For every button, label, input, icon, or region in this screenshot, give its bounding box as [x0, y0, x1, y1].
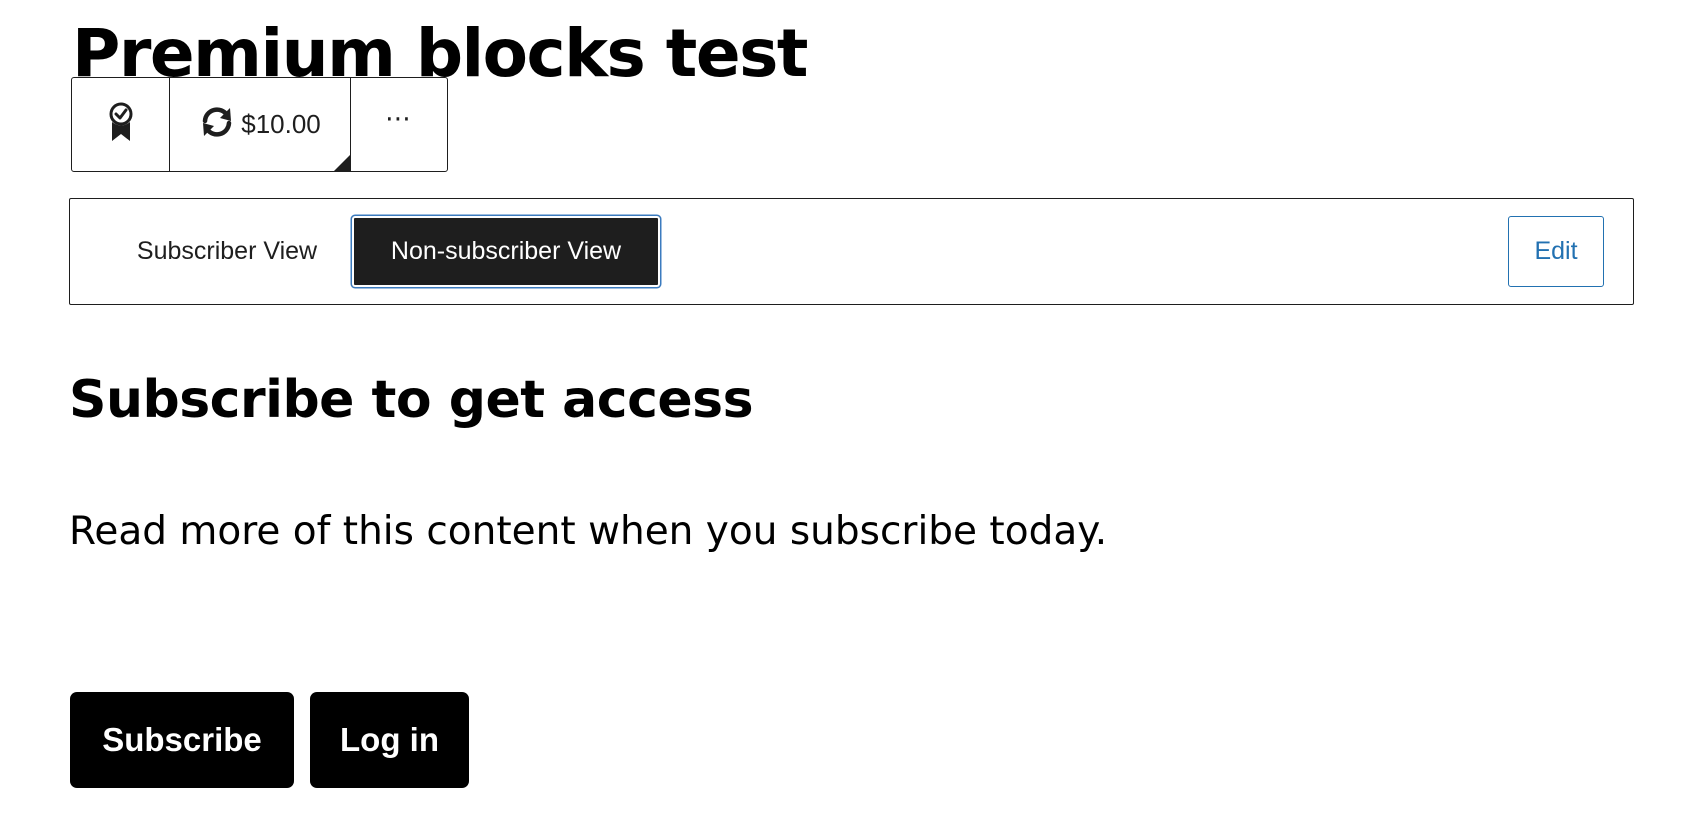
- dropdown-corner-indicator: [334, 155, 350, 171]
- view-switcher: Subscriber View Non-subscriber View Edit: [69, 198, 1634, 305]
- block-type-group: [72, 78, 170, 171]
- more-options-icon: ⋯: [385, 103, 413, 134]
- block-toolbar: $10.00 ⋯: [71, 77, 448, 172]
- edit-button[interactable]: Edit: [1508, 216, 1604, 287]
- options-group: ⋯: [351, 78, 447, 171]
- plan-selector-button[interactable]: $10.00: [199, 106, 321, 143]
- more-options-button[interactable]: ⋯: [385, 106, 413, 132]
- plan-group: $10.00: [170, 78, 351, 171]
- subscribe-button[interactable]: Subscribe: [70, 692, 294, 788]
- subscribe-description[interactable]: Read more of this content when you subsc…: [69, 502, 1107, 562]
- subscribe-heading[interactable]: Subscribe to get access: [69, 362, 754, 438]
- plan-price: $10.00: [241, 109, 321, 139]
- nonsubscriber-view-button[interactable]: Non-subscriber View: [352, 216, 660, 287]
- premium-award-icon: [104, 101, 138, 148]
- login-button[interactable]: Log in: [310, 692, 469, 788]
- block-type-button[interactable]: [104, 101, 138, 148]
- sync-icon: [199, 106, 235, 143]
- subscriber-view-button[interactable]: Subscriber View: [102, 216, 352, 287]
